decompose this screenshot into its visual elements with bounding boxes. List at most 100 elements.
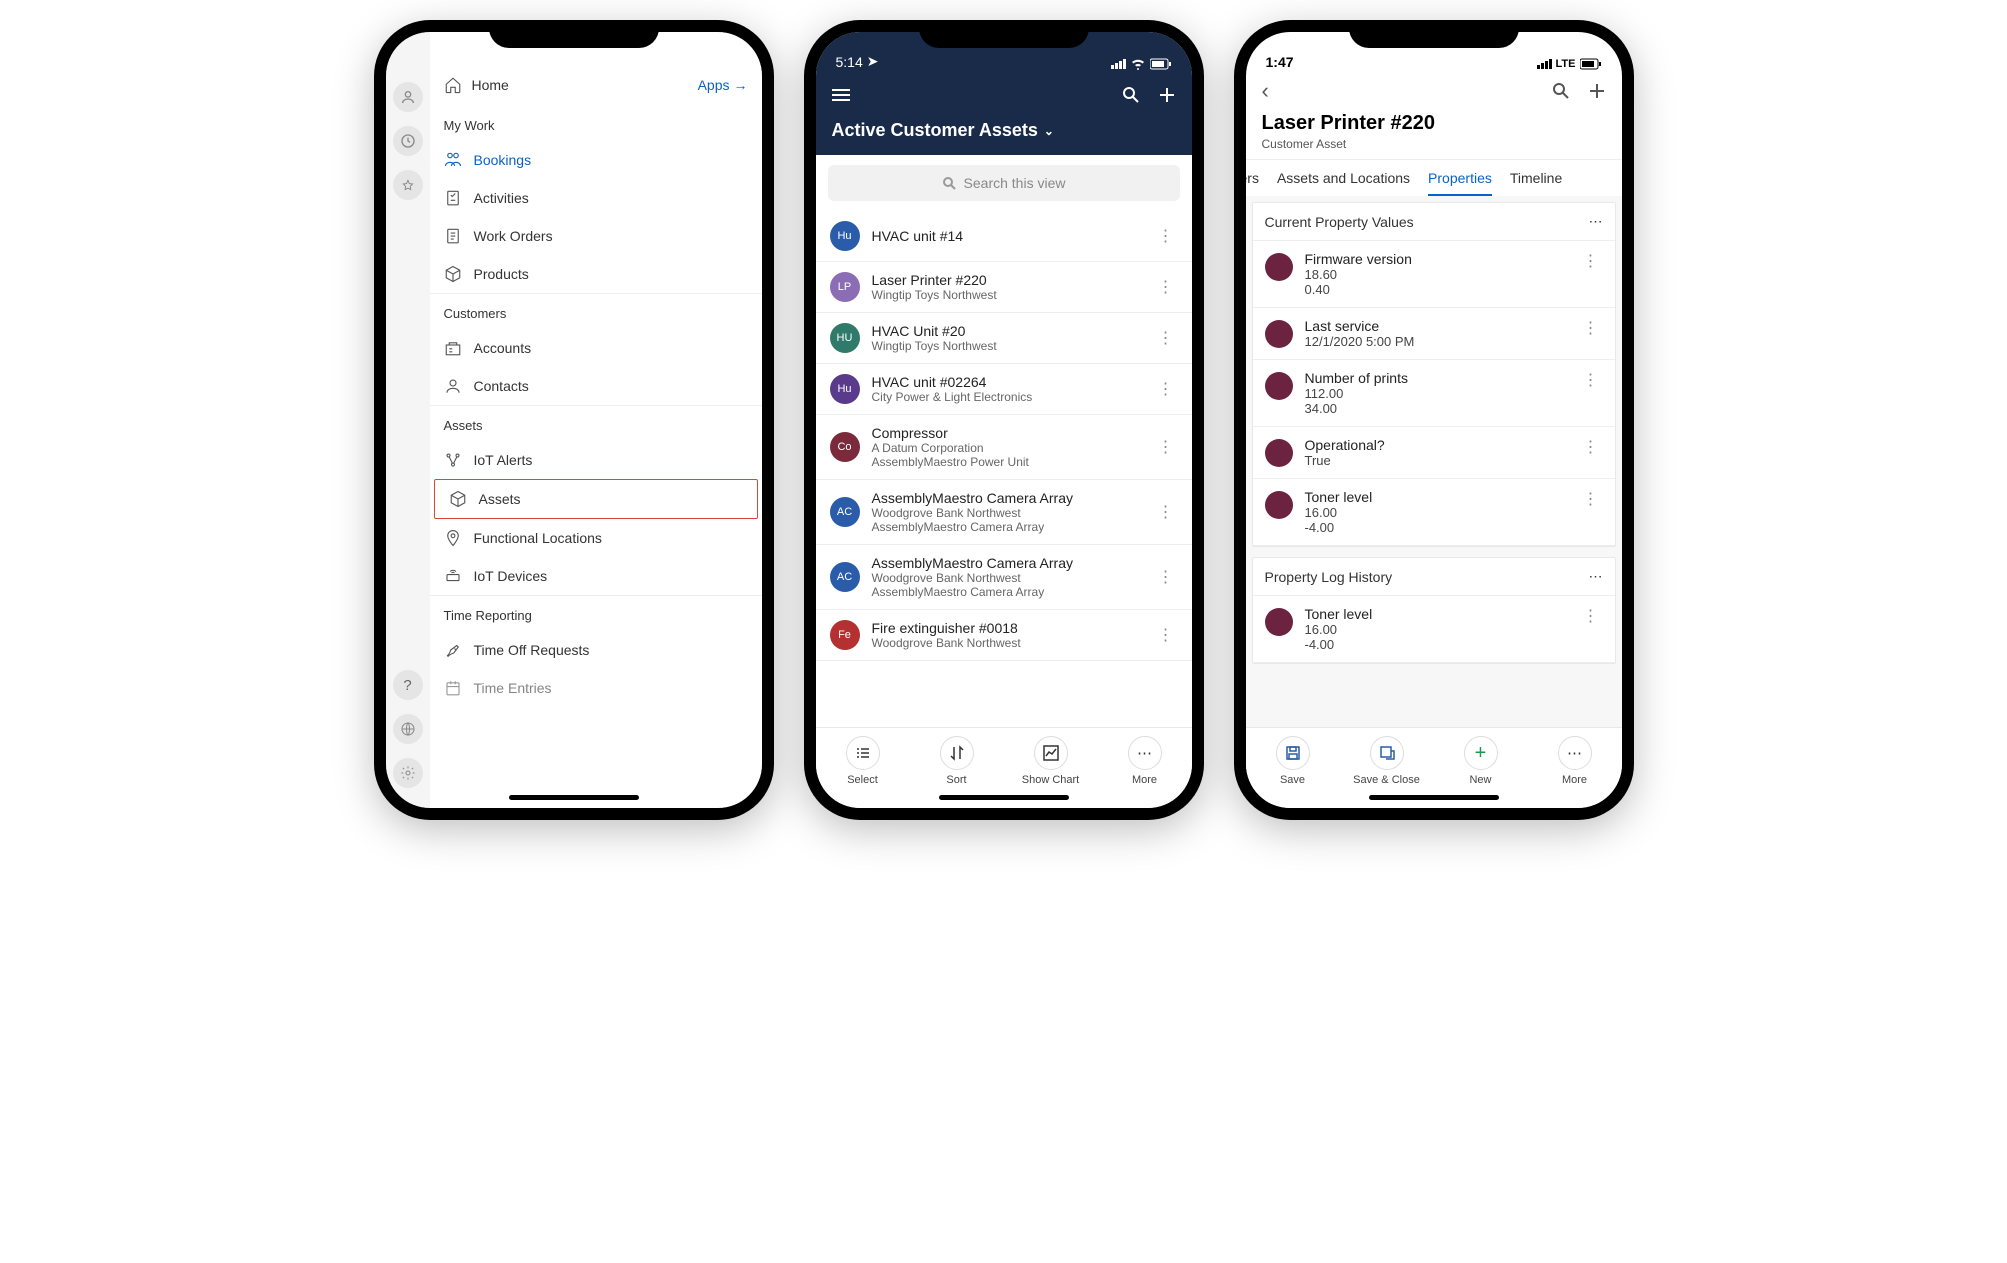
home-indicator[interactable]	[939, 795, 1069, 800]
asset-row[interactable]: AC AssemblyMaestro Camera Array Woodgrov…	[816, 545, 1192, 610]
property-name: Toner level	[1305, 489, 1567, 505]
back-icon[interactable]: ‹	[1262, 78, 1269, 104]
hamburger-icon[interactable]	[832, 86, 850, 104]
nav-timeentries[interactable]: Time Entries	[430, 669, 762, 707]
row-more-icon[interactable]: ⋮	[1154, 437, 1178, 457]
bookings-icon	[444, 151, 462, 169]
search-icon[interactable]	[1122, 86, 1140, 104]
nav-accounts[interactable]: Accounts	[430, 329, 762, 367]
row-more-icon[interactable]: ⋮	[1154, 379, 1178, 399]
search-input[interactable]: Search this view	[828, 165, 1180, 201]
asset-name: Laser Printer #220	[872, 272, 1142, 288]
asset-row[interactable]: HU HVAC Unit #20 Wingtip Toys Northwest …	[816, 313, 1192, 364]
asset-sub1: Woodgrove Bank Northwest	[872, 506, 1142, 520]
action-select[interactable]: Select	[816, 736, 910, 786]
settings-icon[interactable]	[393, 758, 423, 788]
property-value: 16.00	[1305, 622, 1567, 637]
asset-row[interactable]: Co Compressor A Datum Corporation Assemb…	[816, 415, 1192, 480]
nav-activities[interactable]: Activities	[430, 179, 762, 217]
row-more-icon[interactable]: ⋮	[1579, 251, 1603, 271]
asset-row[interactable]: Hu HVAC unit #14 ⋮	[816, 211, 1192, 262]
tab-timeline[interactable]: Timeline	[1510, 170, 1562, 196]
nav-workorders[interactable]: Work Orders	[430, 217, 762, 255]
section-customers: Customers	[430, 293, 762, 329]
header: Active Customer Assets ⌄	[816, 72, 1192, 155]
section-current-values: Current Property Values⋯ Firmware versio…	[1252, 202, 1616, 547]
nav-contacts[interactable]: Contacts	[430, 367, 762, 405]
recent-icon[interactable]	[393, 126, 423, 156]
asset-row[interactable]: Fe Fire extinguisher #0018 Woodgrove Ban…	[816, 610, 1192, 661]
asset-name: HVAC unit #14	[872, 228, 1142, 244]
nav-iotalerts[interactable]: IoT Alerts	[430, 441, 762, 479]
action-save[interactable]: Save	[1246, 736, 1340, 786]
asset-list[interactable]: Hu HVAC unit #14 ⋮LP Laser Printer #220 …	[816, 211, 1192, 727]
nav-timeoff[interactable]: Time Off Requests	[430, 631, 762, 669]
action-sort[interactable]: Sort	[910, 736, 1004, 786]
globe-icon[interactable]	[393, 714, 423, 744]
row-more-icon[interactable]: ⋮	[1579, 370, 1603, 390]
nav-assets[interactable]: Assets	[434, 479, 758, 519]
status-bar: 5:14➤	[816, 32, 1192, 72]
help-icon[interactable]: ?	[393, 670, 423, 700]
row-more-icon[interactable]: ⋮	[1579, 318, 1603, 338]
home-indicator[interactable]	[509, 795, 639, 800]
action-new[interactable]: +New	[1434, 736, 1528, 786]
phone-3-asset-detail: 1:47 LTE ‹ Laser Printer #220 Customer A…	[1234, 20, 1634, 820]
property-value: 18.60	[1305, 267, 1567, 282]
property-row[interactable]: Toner level 16.00 -4.00 ⋮	[1253, 596, 1615, 663]
add-icon[interactable]	[1588, 82, 1606, 100]
row-more-icon[interactable]: ⋮	[1154, 567, 1178, 587]
property-row[interactable]: Number of prints 112.00 34.00 ⋮	[1253, 360, 1615, 427]
asset-row[interactable]: Hu HVAC unit #02264 City Power & Light E…	[816, 364, 1192, 415]
contacts-icon	[444, 377, 462, 395]
asset-name: HVAC Unit #20	[872, 323, 1142, 339]
detail-body[interactable]: Current Property Values⋯ Firmware versio…	[1246, 196, 1622, 727]
row-more-icon[interactable]: ⋮	[1154, 502, 1178, 522]
nav-products[interactable]: Products	[430, 255, 762, 293]
action-more[interactable]: ⋯More	[1528, 736, 1622, 786]
more-icon: ⋯	[1128, 736, 1162, 770]
saveclose-icon	[1370, 736, 1404, 770]
row-more-icon[interactable]: ⋮	[1579, 437, 1603, 457]
nav-bookings[interactable]: Bookings	[430, 141, 762, 179]
property-row[interactable]: Toner level 16.00 -4.00 ⋮	[1253, 479, 1615, 546]
home-icon	[444, 76, 462, 94]
nav-home[interactable]: Home Apps →	[430, 62, 762, 106]
more-icon[interactable]: ⋯	[1589, 568, 1603, 585]
tab-assets-locations[interactable]: Assets and Locations	[1277, 170, 1410, 196]
accounts-icon	[444, 339, 462, 357]
row-more-icon[interactable]: ⋮	[1154, 625, 1178, 645]
row-more-icon[interactable]: ⋮	[1154, 328, 1178, 348]
property-row[interactable]: Firmware version 18.60 0.40 ⋮	[1253, 241, 1615, 308]
property-row[interactable]: Operational? True ⋮	[1253, 427, 1615, 479]
asset-row[interactable]: AC AssemblyMaestro Camera Array Woodgrov…	[816, 480, 1192, 545]
asset-name: HVAC unit #02264	[872, 374, 1142, 390]
row-more-icon[interactable]: ⋮	[1154, 226, 1178, 246]
row-more-icon[interactable]: ⋮	[1154, 277, 1178, 297]
add-icon[interactable]	[1158, 86, 1176, 104]
property-dot-icon	[1265, 253, 1293, 281]
tab-partial[interactable]: ers	[1246, 170, 1259, 196]
chevron-down-icon: ⌄	[1044, 124, 1054, 138]
property-row[interactable]: Last service 12/1/2020 5:00 PM ⋮	[1253, 308, 1615, 360]
action-saveclose[interactable]: Save & Close	[1340, 736, 1434, 786]
nav-funcloc[interactable]: Functional Locations	[430, 519, 762, 557]
action-chart[interactable]: Show Chart	[1004, 736, 1098, 786]
avatar: Fe	[830, 620, 860, 650]
profile-icon[interactable]	[393, 82, 423, 112]
home-indicator[interactable]	[1369, 795, 1499, 800]
asset-name: Fire extinguisher #0018	[872, 620, 1142, 636]
tab-properties[interactable]: Properties	[1428, 170, 1492, 196]
action-more[interactable]: ⋯More	[1098, 736, 1192, 786]
search-icon[interactable]	[1552, 82, 1570, 100]
view-selector[interactable]: Active Customer Assets ⌄	[832, 120, 1176, 141]
asset-row[interactable]: LP Laser Printer #220 Wingtip Toys North…	[816, 262, 1192, 313]
apps-link[interactable]: Apps →	[698, 77, 748, 93]
pin-icon[interactable]	[393, 170, 423, 200]
property-name: Number of prints	[1305, 370, 1567, 386]
nav-iotdev[interactable]: IoT Devices	[430, 557, 762, 595]
avatar: LP	[830, 272, 860, 302]
row-more-icon[interactable]: ⋮	[1579, 606, 1603, 626]
row-more-icon[interactable]: ⋮	[1579, 489, 1603, 509]
more-icon[interactable]: ⋯	[1589, 213, 1603, 230]
